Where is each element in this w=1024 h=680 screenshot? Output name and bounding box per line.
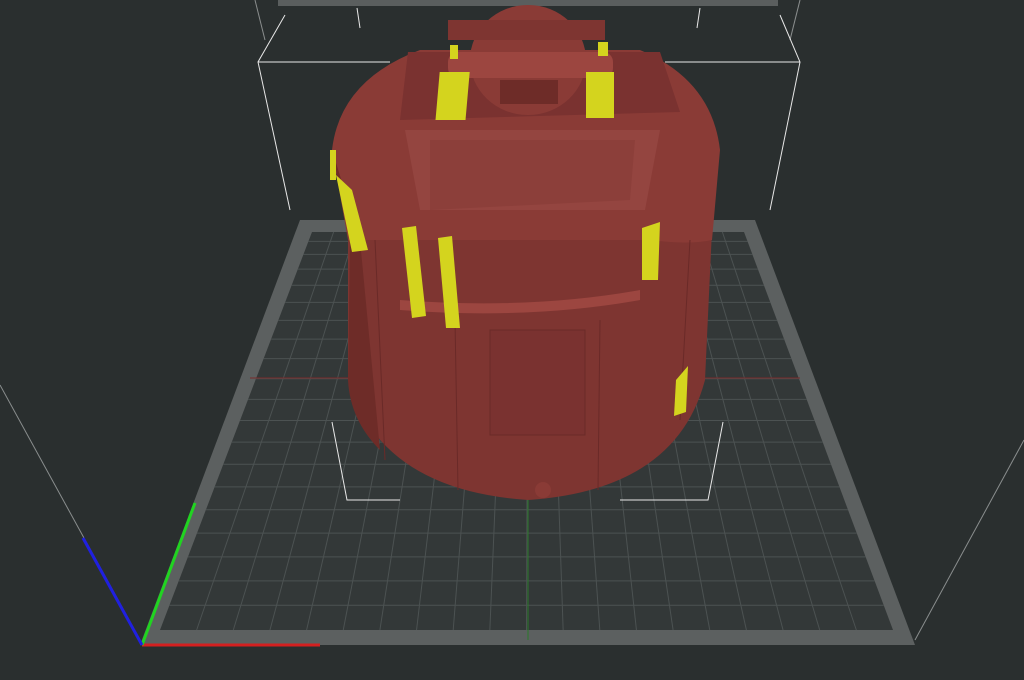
3d-viewport[interactable] xyxy=(0,0,1024,680)
3d-model[interactable] xyxy=(332,5,720,500)
z-axis xyxy=(81,537,144,646)
scene xyxy=(0,0,1024,647)
